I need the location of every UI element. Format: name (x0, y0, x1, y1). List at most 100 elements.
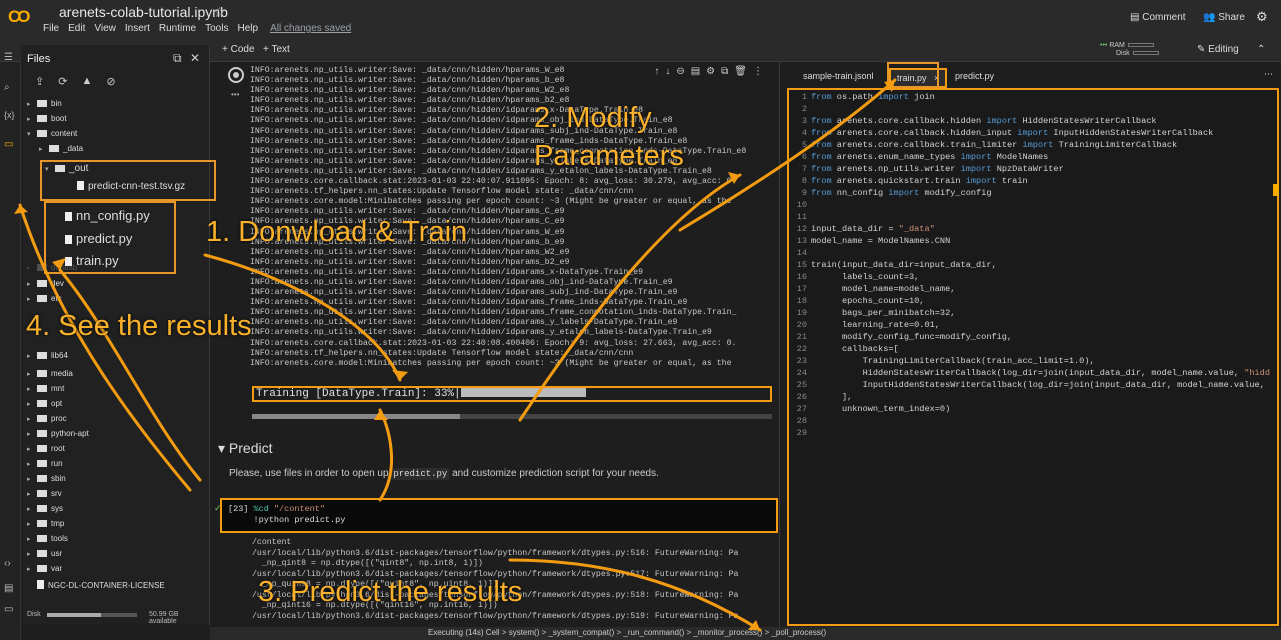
chevron-icon[interactable]: ▸ (27, 505, 37, 513)
predict-code-cell[interactable]: [23] %cd "/content" !python predict.py (220, 498, 778, 533)
menu-insert[interactable]: Insert (125, 23, 150, 34)
chevron-icon[interactable]: ▸ (27, 535, 37, 543)
file-tree-item[interactable]: ▸ root (27, 444, 65, 458)
chevron-icon[interactable]: ▸ (27, 370, 37, 378)
chevron-icon[interactable]: ▸ (27, 415, 37, 423)
share-button[interactable]: 👥 Share (1203, 12, 1245, 23)
chevron-icon[interactable]: ▸ (27, 565, 37, 573)
file-tree-item[interactable]: ▸ boot (27, 114, 67, 128)
colab-logo[interactable]: CO (8, 7, 30, 27)
chevron-icon[interactable]: ▸ (27, 400, 37, 408)
command-palette-icon[interactable]: ▤ (4, 583, 13, 594)
mount-drive-icon[interactable]: ▲ (81, 75, 92, 88)
editing-button[interactable]: ✎ Editing (1197, 44, 1239, 55)
chevron-icon[interactable]: ▸ (27, 264, 37, 272)
file-tree-item[interactable]: NGC-DL-CONTAINER-LICENSE (27, 580, 165, 594)
chevron-icon[interactable]: ▸ (27, 430, 37, 438)
chevron-icon[interactable]: ▸ (27, 280, 37, 288)
file-tree-item[interactable]: ▸ etc (27, 294, 62, 308)
output-line: _np_qint8 = np.dtype([("qint8", np.int8,… (252, 559, 483, 568)
train-tab-highlight (887, 62, 939, 88)
menu-view[interactable]: View (94, 23, 116, 34)
chevron-icon[interactable]: ▸ (27, 490, 37, 498)
chevron-icon[interactable]: ▸ (27, 475, 37, 483)
chevron-icon[interactable]: ▾ (27, 130, 37, 138)
search-icon[interactable]: ⌕ (4, 82, 10, 93)
upload-icon[interactable]: ⇪ (35, 75, 44, 88)
terminal-icon[interactable]: ▭ (4, 604, 13, 615)
cell-menu-icon[interactable]: ••• (231, 90, 239, 99)
save-status[interactable]: All changes saved (270, 23, 351, 34)
gear-icon[interactable]: ⚙ (1256, 9, 1268, 25)
file-tree-item[interactable]: ▸ dev (27, 279, 64, 293)
star-icon[interactable]: ☆ (213, 4, 226, 21)
tab-sample-train[interactable]: sample-train.jsonl (797, 68, 880, 84)
collapse-header-icon[interactable]: ⌃ (1257, 44, 1265, 55)
refresh-icon[interactable]: ⟳ (58, 75, 67, 88)
file-tree-item[interactable]: ▸ lib64 (27, 351, 68, 365)
file-tree-item[interactable]: ▸ sbin (27, 474, 66, 488)
menu-runtime[interactable]: Runtime (159, 23, 196, 34)
variables-icon[interactable]: {x} (4, 110, 15, 120)
code-line: ], (811, 392, 853, 402)
file-tree-item[interactable]: ▸ tools (27, 534, 68, 548)
file-tree-item[interactable]: ▸ srv (27, 489, 62, 503)
folder-icon[interactable]: ▭ (4, 139, 13, 150)
ram-bar (1127, 43, 1154, 48)
notebook-title[interactable]: arenets-colab-tutorial.ipynb (59, 4, 228, 20)
chevron-icon[interactable]: ▸ (27, 520, 37, 528)
menu-help[interactable]: Help (237, 23, 258, 34)
chevron-icon[interactable]: ▸ (27, 445, 37, 453)
output-scrollbar[interactable] (252, 414, 772, 419)
close-icon[interactable]: ✕ (190, 51, 200, 65)
chevron-icon[interactable]: ▸ (27, 460, 37, 468)
add-text-button[interactable]: + Text (263, 44, 290, 55)
add-code-button[interactable]: + Code (222, 44, 255, 55)
file-tree-label: run (51, 459, 63, 468)
file-tree-label: tmp (51, 519, 65, 528)
menu-file[interactable]: File (43, 23, 59, 34)
comment-button[interactable]: ▤ Comment (1130, 12, 1186, 23)
toc-icon[interactable]: ☰ (4, 52, 13, 63)
file-tree-item[interactable]: ▸ bin (27, 99, 62, 113)
file-tree-item[interactable]: ▸ run (27, 459, 63, 473)
annotation-step2b: Parameters (534, 140, 684, 172)
file-tree-item[interactable]: ▸ proc (27, 414, 67, 428)
folder-icon (37, 475, 47, 482)
file-tree-item[interactable]: ▸ usr (27, 549, 62, 563)
chevron-icon[interactable]: ▸ (27, 100, 37, 108)
file-tree-item[interactable]: ▸ mnt (27, 384, 64, 398)
code-snippets-icon[interactable]: ‹› (4, 558, 11, 569)
file-tree-item[interactable]: ▾ content (27, 129, 77, 143)
chevron-icon[interactable]: ▸ (27, 295, 37, 303)
code-line: modify_config_func=modify_config, (811, 332, 1013, 342)
chevron-icon[interactable]: ▸ (27, 550, 37, 558)
resource-monitor[interactable]: ••• RAM Disk (1100, 42, 1159, 58)
code-editor[interactable]: 1 2 3 4 5 6 7 8 9 10 11 12 13 14 15 16 1… (787, 88, 1279, 626)
menu-edit[interactable]: Edit (68, 23, 85, 34)
tab-predict-py[interactable]: predict.py (949, 68, 1000, 84)
file-tree-item[interactable]: ▸ _data (39, 144, 83, 158)
output-line: INFO:arenets.np_utils.writer:Save: _data… (250, 257, 570, 267)
run-cell-button[interactable] (228, 67, 244, 83)
file-tree-item[interactable]: ▸ opt (27, 399, 62, 413)
cell-toolbar[interactable]: ↑↓⊖▤⚙⧉🗑⋮ (654, 66, 769, 77)
more-icon[interactable]: ⋯ (1258, 66, 1279, 83)
file-tree-item[interactable]: ▸ sys (27, 504, 63, 518)
chevron-icon[interactable]: ▸ (27, 352, 37, 360)
chevron-icon[interactable]: ▸ (39, 145, 49, 153)
chevron-icon[interactable]: ▸ (27, 115, 37, 123)
new-tab-icon[interactable]: ⧉ (173, 51, 182, 66)
chevron-icon[interactable]: ▸ (27, 385, 37, 393)
editor-tabs: sample-train.jsonl train.py × predict.py… (781, 66, 1281, 88)
file-tree-item[interactable]: ▸ var (27, 564, 62, 578)
output-line: /content (252, 538, 292, 547)
disk-label: Disk (1116, 50, 1130, 57)
hide-files-icon[interactable]: ⊘ (106, 75, 115, 88)
file-tree-item[interactable]: ▸ media (27, 369, 73, 383)
output-line: INFO:arenets.np_utils.writer:Save: _data… (250, 277, 673, 287)
file-tree-item[interactable]: ▸ tmp (27, 519, 64, 533)
menu-tools[interactable]: Tools (205, 23, 228, 34)
file-tree-item[interactable]: ▸ python-apt (27, 429, 89, 443)
file-tree-label: lib64 (51, 351, 68, 360)
